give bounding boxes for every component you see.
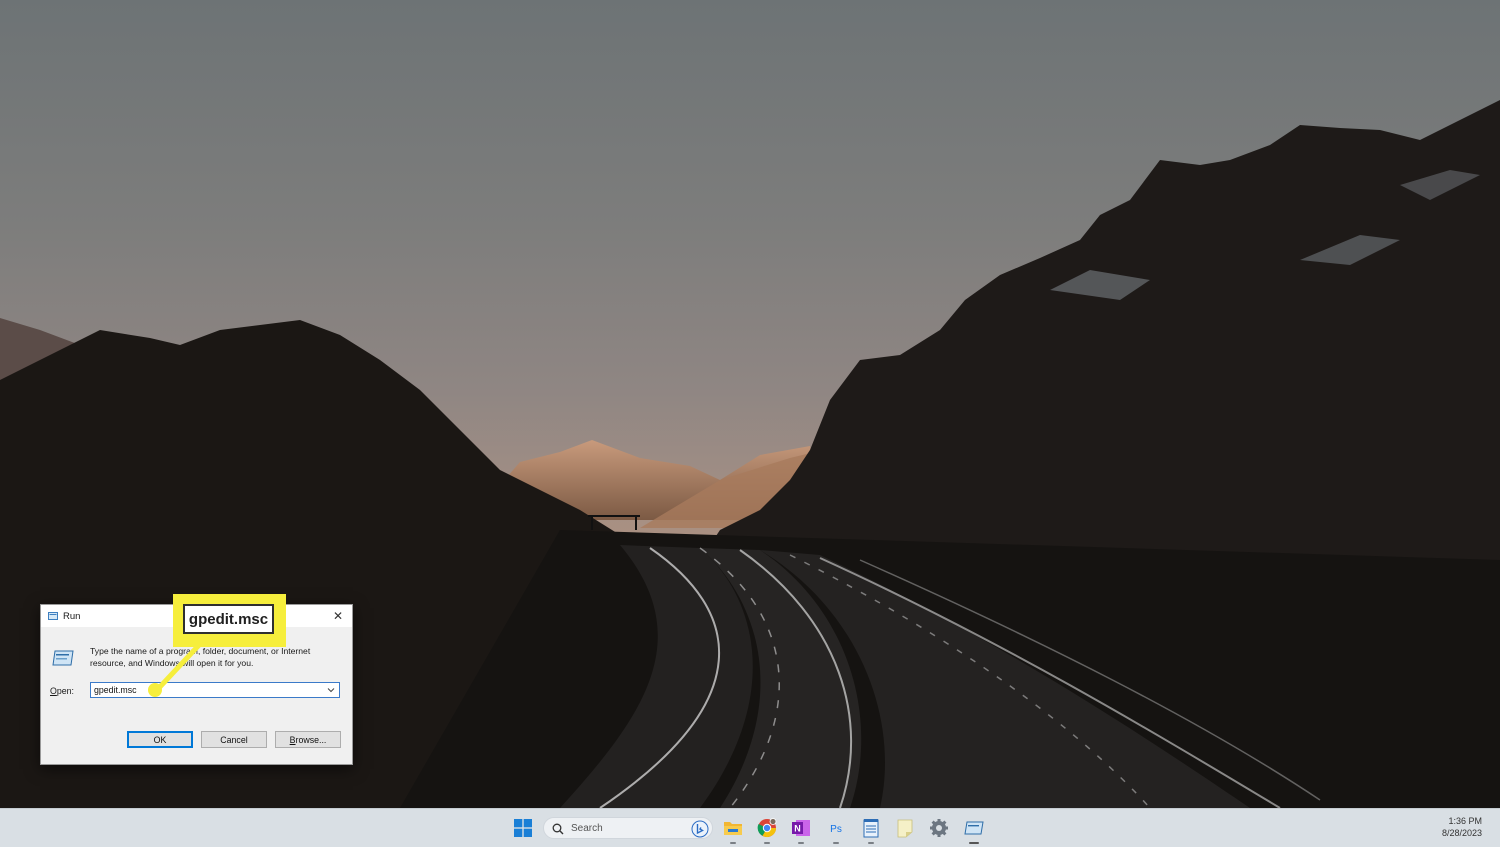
open-combobox[interactable] — [90, 682, 340, 698]
running-indicator — [833, 842, 839, 844]
ok-button[interactable]: OK — [127, 731, 193, 748]
close-icon: ✕ — [332, 609, 344, 623]
chevron-down-icon[interactable] — [325, 685, 337, 695]
settings-icon — [930, 819, 948, 837]
notepad-icon — [863, 819, 879, 838]
run-footer: OK Cancel Browse... — [41, 719, 352, 764]
running-indicator — [798, 842, 804, 844]
start-button[interactable] — [512, 817, 534, 839]
running-indicator — [764, 842, 770, 844]
open-label-mnemonic: O — [50, 686, 57, 696]
taskbar: Search N Ps 1:36 PM 8/28/2023 — [0, 808, 1500, 847]
windows-start-icon — [514, 819, 532, 837]
chrome-icon — [757, 818, 777, 838]
taskbar-search[interactable]: Search — [543, 817, 713, 839]
taskbar-chrome[interactable] — [756, 817, 778, 844]
browse-button[interactable]: Browse... — [275, 731, 341, 748]
running-indicator — [868, 842, 874, 844]
onenote-icon: N — [792, 820, 810, 836]
file-explorer-icon — [724, 822, 742, 835]
taskbar-photoshop[interactable]: Ps — [825, 817, 847, 844]
cancel-button[interactable]: Cancel — [201, 731, 267, 748]
taskbar-settings[interactable] — [928, 817, 950, 839]
taskbar-file-explorer[interactable] — [722, 817, 744, 844]
run-description: Type the name of a program, folder, docu… — [90, 646, 311, 668]
bing-icon[interactable] — [691, 820, 709, 838]
run-icon — [964, 821, 984, 835]
taskbar-run[interactable] — [963, 817, 985, 844]
callout-highlight: gpedit.msc — [173, 594, 286, 647]
running-indicator — [730, 842, 736, 844]
run-app-icon — [48, 612, 58, 620]
browse-label-rest: rowse... — [295, 734, 327, 745]
run-program-icon — [52, 650, 74, 666]
open-label: Open: — [50, 686, 74, 696]
photoshop-letters: Ps — [830, 824, 842, 835]
run-dialog-title: Run — [63, 611, 81, 622]
search-placeholder: Search — [571, 823, 603, 834]
taskbar-onenote[interactable]: N — [790, 817, 812, 844]
callout-text: gpedit.msc — [183, 604, 274, 634]
photoshop-icon: Ps — [827, 819, 845, 837]
sticky-notes-icon — [897, 819, 913, 838]
open-label-rest: pen: — [56, 686, 74, 696]
active-indicator — [969, 842, 979, 844]
taskbar-notepad[interactable] — [860, 817, 882, 844]
clock-time: 1:36 PM — [1448, 816, 1482, 826]
onenote-letter: N — [794, 824, 801, 834]
close-button[interactable]: ✕ — [324, 605, 352, 627]
system-clock[interactable]: 1:36 PM 8/28/2023 — [1442, 815, 1482, 839]
open-input[interactable] — [94, 684, 319, 696]
clock-date: 8/28/2023 — [1441, 828, 1482, 838]
search-icon — [552, 823, 564, 835]
taskbar-sticky-notes[interactable] — [894, 817, 916, 839]
